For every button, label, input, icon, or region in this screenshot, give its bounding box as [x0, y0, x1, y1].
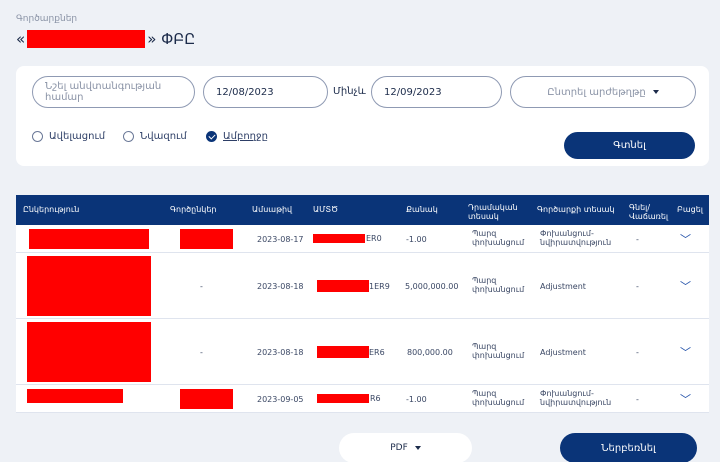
chevron-down-icon[interactable]: ﹀: [680, 231, 691, 247]
cell-transaction-type: Փոխանցում- նվիրատվություն: [540, 389, 612, 407]
col-isin: ԱՄՏԾ: [313, 205, 339, 214]
redacted-isin: [313, 234, 365, 243]
cell-buy-sell: -: [636, 395, 639, 404]
transactions-table: Ընկերություն Գործընկեր Ամսաթիվ ԱՄՏԾ Քանա…: [16, 195, 709, 413]
cell-cash-type: Պարզ փոխանցում: [472, 389, 525, 407]
page-title: « » ՓԲԸ: [16, 30, 195, 48]
radio-all[interactable]: Ամբողջը: [206, 131, 268, 142]
search-button[interactable]: Գտնել: [564, 132, 695, 159]
table-header: Ընկերություն Գործընկեր Ամսաթիվ ԱՄՏԾ Քանա…: [16, 195, 709, 225]
cell-transaction-type: Adjustment: [540, 282, 586, 291]
radio-decrease-label: Նվազում: [140, 131, 187, 142]
cell-isin-suffix: R6: [370, 394, 381, 403]
redacted-company: [27, 322, 151, 382]
cell-quantity: 5,000,000.00: [405, 282, 459, 291]
cell-transaction-type: Adjustment: [540, 348, 586, 357]
cell-cash-type: Պարզ փոխանցում: [472, 276, 525, 294]
redacted-isin: [317, 394, 369, 403]
col-transaction-type: Գործարքի տեսակ: [537, 205, 615, 214]
table-row[interactable]: 2023-09-05 R6 -1.00 Պարզ փոխանցում Փոխան…: [16, 385, 709, 413]
cell-date: 2023-08-18: [257, 282, 304, 291]
redacted-company-name: [27, 30, 146, 48]
cell-quantity: 800,000.00: [407, 348, 453, 357]
table-row[interactable]: - 2023-08-18 1ER9 5,000,000.00 Պարզ փոխա…: [16, 253, 709, 319]
radio-increase[interactable]: Ավելացում: [32, 131, 105, 142]
date-from-input[interactable]: 12/08/2023: [203, 76, 328, 108]
until-label: Մինչև: [333, 86, 366, 97]
radio-circle-icon: [32, 131, 43, 142]
redacted-company: [27, 256, 151, 316]
cell-quantity: -1.00: [406, 235, 427, 244]
table-row[interactable]: 2023-08-17 ER0 -1.00 Պարզ փոխանցում Փոխա…: [16, 225, 709, 253]
cell-isin-suffix: ER6: [369, 348, 385, 357]
cell-buy-sell: -: [636, 348, 639, 357]
format-select-label: PDF: [390, 443, 408, 453]
cell-date: 2023-08-17: [257, 235, 304, 244]
cell-buy-sell: -: [636, 282, 639, 291]
cell-buy-sell: -: [636, 235, 639, 244]
chevron-down-icon: [414, 446, 421, 450]
cell-cash-type: Պարզ փոխանցում: [472, 229, 525, 247]
chevron-down-icon: [652, 90, 659, 94]
radio-decrease[interactable]: Նվազում: [123, 131, 187, 142]
redacted-isin: [317, 346, 369, 358]
radio-increase-label: Ավելացում: [49, 131, 106, 142]
download-button[interactable]: Ներբեռնել: [560, 433, 697, 462]
chevron-down-icon[interactable]: ﹀: [680, 344, 691, 360]
redacted-isin: [317, 280, 369, 292]
radio-circle-icon: [123, 131, 134, 142]
redacted-partner: [180, 389, 233, 409]
redacted-company: [29, 229, 149, 249]
cell-date: 2023-09-05: [257, 395, 304, 404]
redacted-company: [27, 389, 123, 403]
col-company: Ընկերություն: [23, 205, 80, 214]
cell-quantity: -1.00: [406, 395, 427, 404]
currency-select[interactable]: Ընտրել արժեթղթը: [510, 76, 696, 108]
format-select[interactable]: PDF: [339, 433, 472, 462]
cell-cash-type: Պարզ փոխանցում: [472, 342, 525, 360]
account-input[interactable]: Նշել անվտանգության համար: [32, 76, 195, 108]
cell-date: 2023-08-18: [257, 348, 304, 357]
col-open: Բացել: [677, 205, 703, 214]
currency-select-label: Ընտրել արժեթղթը: [547, 86, 646, 98]
col-buy-sell: Գնել/ Վաճառել: [629, 203, 669, 221]
chevron-down-icon[interactable]: ﹀: [680, 278, 691, 294]
cell-isin-suffix: 1ER9: [369, 282, 390, 291]
redacted-partner: [180, 229, 233, 249]
radio-checked-icon: [206, 131, 217, 142]
col-date: Ամսաթիվ: [252, 205, 293, 214]
cell-partner: -: [200, 348, 203, 357]
title-suffix: » ՓԲԸ: [147, 30, 196, 48]
chevron-down-icon[interactable]: ﹀: [680, 391, 691, 407]
col-cash-type: Դրամական տեսակ: [468, 203, 518, 221]
cell-isin-suffix: ER0: [366, 234, 382, 243]
col-quantity: Քանակ: [406, 205, 438, 214]
cell-partner: -: [200, 282, 203, 291]
date-to-input[interactable]: 12/09/2023: [371, 76, 502, 108]
breadcrumb[interactable]: Գործարքներ: [16, 14, 77, 24]
table-row[interactable]: - 2023-08-18 ER6 800,000.00 Պարզ փոխանցո…: [16, 319, 709, 385]
radio-all-label: Ամբողջը: [223, 131, 268, 142]
title-open-quote: «: [16, 30, 26, 48]
col-partner: Գործընկեր: [170, 205, 217, 214]
cell-transaction-type: Փոխանցում- նվիրատվություն: [540, 229, 612, 247]
